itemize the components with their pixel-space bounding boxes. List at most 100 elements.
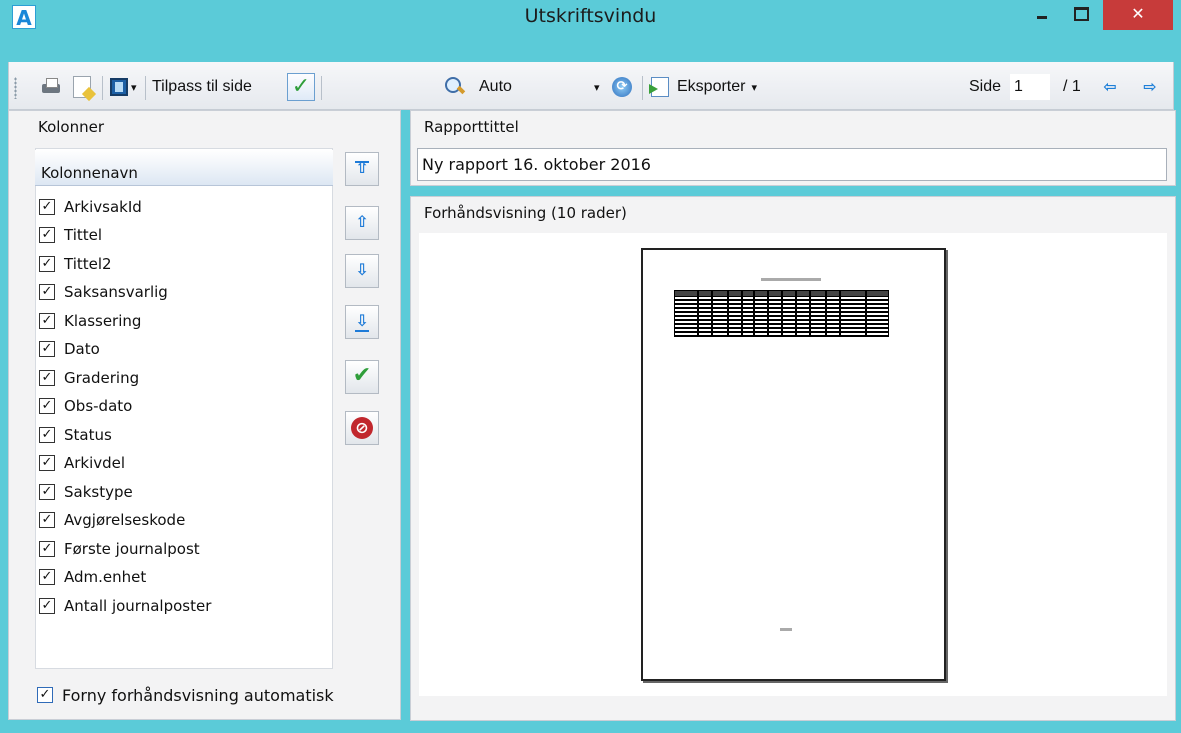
- list-item[interactable]: ✓ Saksansvarlig: [39, 279, 168, 306]
- minimize-button[interactable]: [1023, 0, 1061, 28]
- list-item[interactable]: ✓ Første journalpost: [39, 535, 200, 562]
- list-item[interactable]: ✓ Arkivdel: [39, 450, 125, 477]
- layout-dropdown[interactable]: ▾: [110, 73, 137, 101]
- zoom-button[interactable]: [445, 73, 465, 101]
- checkbox-icon[interactable]: ✓: [39, 341, 55, 357]
- checkbox-icon[interactable]: ✓: [39, 455, 55, 471]
- table-column-line: [697, 291, 699, 336]
- list-item-label: Gradering: [64, 368, 140, 387]
- app-icon: A: [12, 5, 36, 30]
- cancel-icon: ⊘: [351, 417, 373, 439]
- auto-refresh-checkbox[interactable]: ✓ Forny forhåndsvisning automatisk: [37, 684, 334, 706]
- list-item[interactable]: ✓ Avgjørelseskode: [39, 507, 185, 534]
- list-item-label: Sakstype: [64, 482, 133, 501]
- checkbox-icon[interactable]: ✓: [39, 398, 55, 414]
- list-item-label: Tittel2: [64, 254, 112, 273]
- table-column-line: [727, 291, 729, 336]
- list-item[interactable]: ✓ Klassering: [39, 307, 141, 334]
- list-item-label: Første journalpost: [64, 539, 200, 558]
- zoom-value: Auto: [479, 78, 512, 95]
- toolbar-separator: [102, 76, 103, 100]
- checkbox-icon[interactable]: ✓: [39, 483, 55, 500]
- checkbox-icon: ✓: [37, 687, 53, 703]
- table-column-line: [795, 291, 797, 336]
- report-title-label: Rapporttittel: [424, 118, 519, 136]
- list-item[interactable]: ✓ Gradering: [39, 364, 139, 391]
- zoom-select[interactable]: Auto: [479, 73, 512, 101]
- toolbar-separator: [145, 76, 146, 100]
- list-item-label: Klassering: [64, 311, 142, 330]
- chevron-down-icon: ▾: [594, 81, 600, 94]
- checkbox-icon[interactable]: ✓: [39, 227, 55, 243]
- checkbox-icon[interactable]: ✓: [39, 512, 55, 528]
- columns-list-header[interactable]: Kolonnenavn: [35, 150, 333, 186]
- page-thumbnail-table: [674, 290, 889, 337]
- list-item[interactable]: ✓ Antall journalposter: [39, 592, 211, 619]
- report-title-input[interactable]: Ny rapport 16. oktober 2016: [417, 148, 1167, 181]
- checkbox-icon[interactable]: ✓: [39, 255, 55, 272]
- list-item[interactable]: ✓ Adm.enhet: [39, 564, 146, 591]
- toolbar-grip[interactable]: [14, 77, 17, 99]
- export-label: Eksporter: [677, 78, 746, 95]
- move-down-button[interactable]: ⇩: [345, 254, 379, 288]
- checkbox-icon[interactable]: ✓: [39, 597, 55, 614]
- bottom-bar-icon: [355, 330, 369, 332]
- list-item-label: Avgjørelseskode: [64, 511, 186, 529]
- move-up-button[interactable]: ⇧: [345, 206, 379, 240]
- table-column-line: [825, 291, 827, 336]
- move-bottom-icon: ⇩: [355, 311, 369, 330]
- printer-icon: [40, 78, 62, 96]
- prev-page-icon: ⇦: [1103, 77, 1117, 96]
- maximize-button[interactable]: [1061, 0, 1099, 28]
- prev-page-button[interactable]: ⇦: [1101, 73, 1119, 101]
- checkbox-icon[interactable]: ✓: [39, 426, 55, 443]
- preview-title: Forhåndsvisning (10 rader): [424, 204, 627, 222]
- table-column-line: [781, 291, 783, 336]
- layout-icon: [110, 78, 128, 96]
- columns-panel-title: Kolonner: [38, 118, 105, 136]
- list-item-label: ArkivsakId: [64, 197, 142, 216]
- list-item[interactable]: ✓ Status: [39, 421, 112, 448]
- apply-button[interactable]: ✔: [345, 360, 379, 394]
- refresh-button[interactable]: ⟳: [612, 73, 632, 101]
- zoom-icon: [445, 77, 465, 97]
- checkbox-icon[interactable]: ✓: [39, 369, 55, 386]
- next-page-button[interactable]: ⇨: [1141, 73, 1159, 101]
- move-bottom-button[interactable]: ⇩: [345, 305, 379, 339]
- refresh-icon: ⟳: [612, 77, 632, 97]
- checkbox-icon[interactable]: ✓: [39, 198, 55, 215]
- page-total: / 1: [1063, 78, 1081, 95]
- export-icon: [649, 77, 669, 97]
- auto-refresh-label: Forny forhåndsvisning automatisk: [62, 685, 334, 705]
- list-item[interactable]: ✓ Tittel2: [39, 250, 112, 277]
- toolbar-separator: [642, 76, 643, 100]
- list-item[interactable]: ✓ Tittel: [39, 222, 102, 249]
- list-item-label: Antall journalposter: [64, 596, 212, 615]
- checkbox-icon[interactable]: ✓: [39, 540, 55, 557]
- print-button[interactable]: [40, 73, 62, 101]
- table-column-line: [809, 291, 811, 336]
- list-item[interactable]: ✓ Sakstype: [39, 478, 133, 505]
- table-column-line: [865, 291, 867, 336]
- cancel-button[interactable]: ⊘: [345, 411, 379, 445]
- page-number-input[interactable]: 1: [1010, 73, 1050, 101]
- list-item[interactable]: ✓ Obs-dato: [39, 393, 132, 420]
- zoom-dropdown-arrow[interactable]: ▾: [591, 73, 600, 101]
- top-bar-icon: [355, 161, 369, 163]
- list-item-label: Adm.enhet: [64, 568, 147, 586]
- close-button[interactable]: ✕: [1103, 0, 1173, 30]
- export-button[interactable]: Eksporter ▾: [649, 73, 757, 101]
- checkbox-icon[interactable]: ✓: [39, 569, 55, 585]
- move-top-button[interactable]: ⇧: [345, 152, 379, 186]
- next-page-icon: ⇨: [1143, 77, 1157, 96]
- list-item[interactable]: ✓ ArkivsakId: [39, 193, 142, 220]
- page-setup-button[interactable]: [73, 73, 91, 101]
- list-item-label: Status: [64, 425, 112, 444]
- checkbox-icon[interactable]: ✓: [39, 312, 55, 329]
- chevron-down-icon: ▾: [131, 81, 137, 94]
- table-column-line: [741, 291, 743, 336]
- list-item[interactable]: ✓ Dato: [39, 336, 100, 363]
- checkbox-icon[interactable]: ✓: [39, 284, 55, 300]
- fit-to-page-toggle[interactable]: ✓: [287, 73, 315, 101]
- print-window: Utskriftsvindu A ✕ ▾ Tilpass til side ✓ …: [0, 0, 1181, 733]
